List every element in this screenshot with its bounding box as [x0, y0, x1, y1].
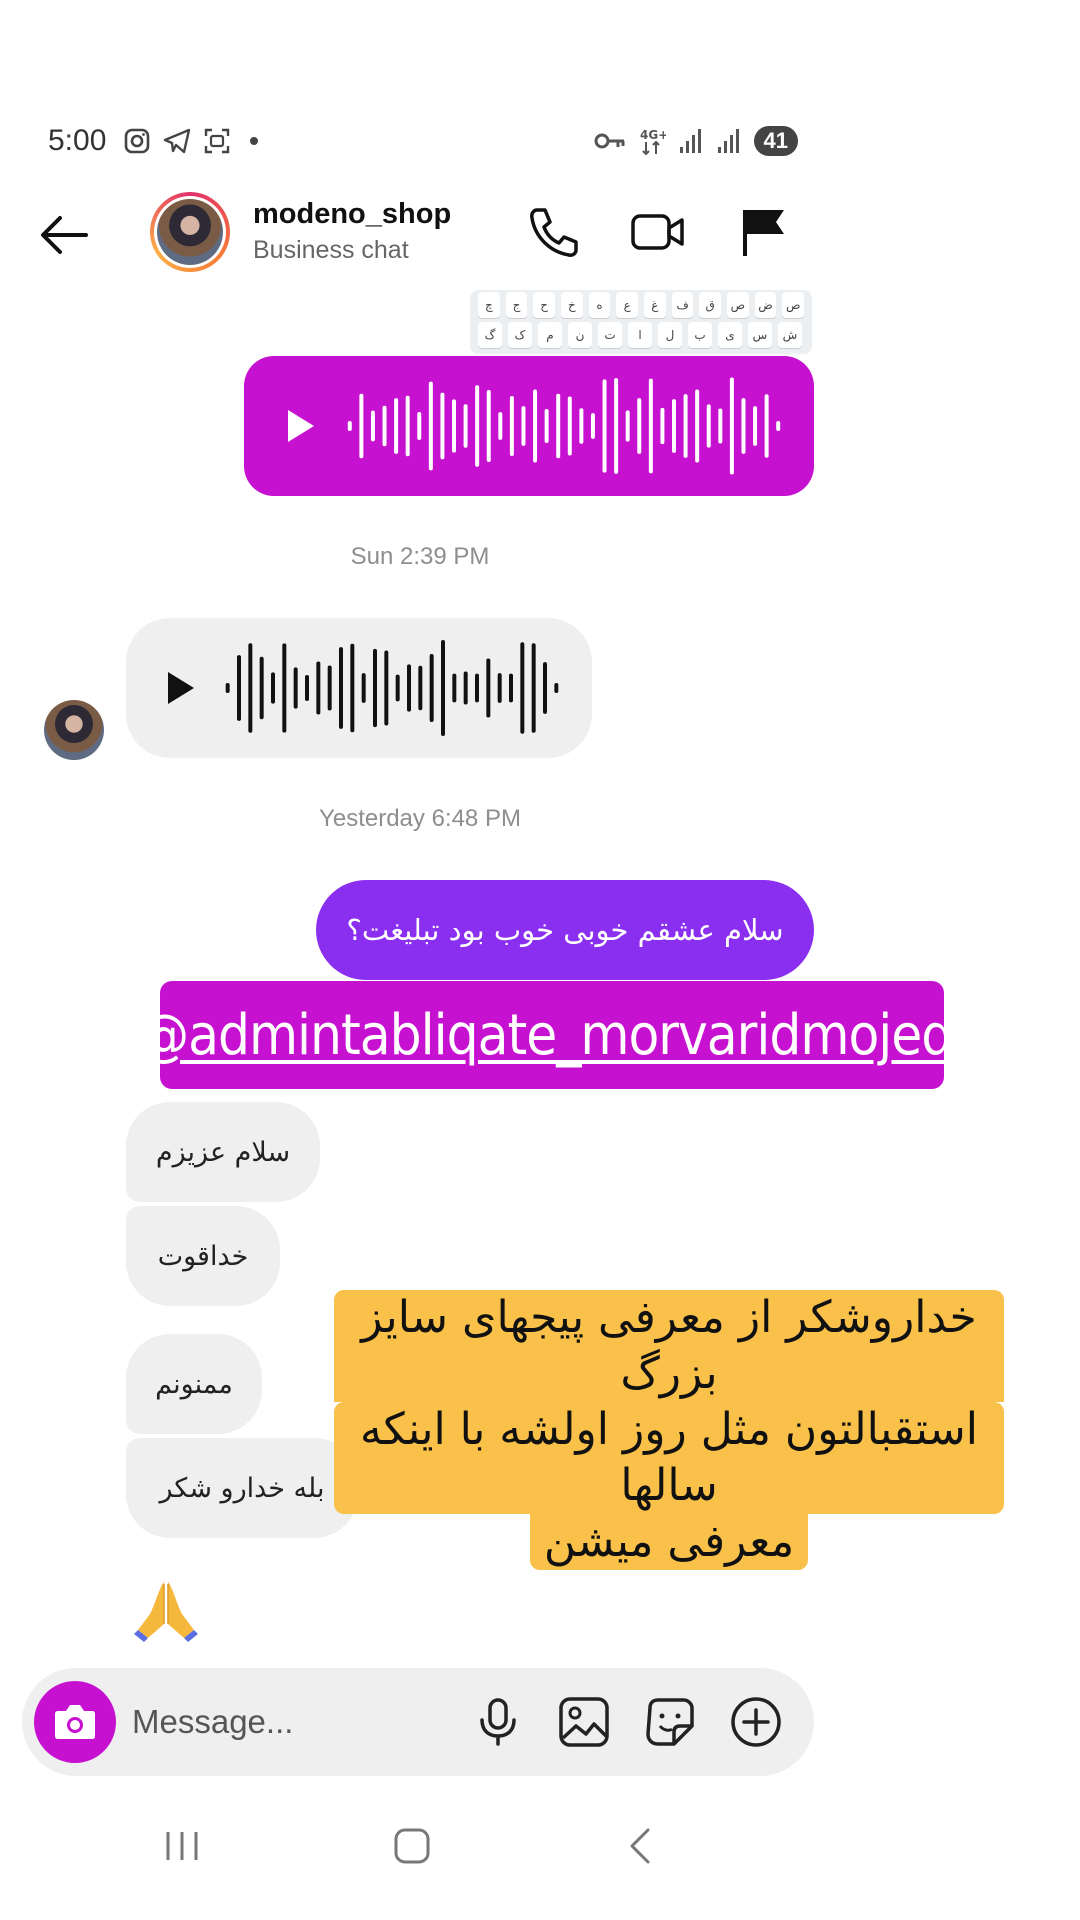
telegram-icon — [163, 128, 191, 154]
microphone-icon[interactable] — [470, 1694, 526, 1750]
keyboard-key: ع — [616, 292, 639, 318]
profile-avatar[interactable] — [150, 192, 230, 272]
keyboard-key: ش — [778, 322, 802, 348]
keyboard-screenshot-fragment[interactable]: چجحخهعغفقصضص گکمنتالبیسش — [470, 290, 812, 354]
message-composer — [22, 1668, 814, 1776]
keyboard-key: ج — [505, 292, 528, 318]
timestamp: Yesterday 6:48 PM — [319, 805, 521, 832]
chat-header: modeno_shop Business chat — [0, 190, 810, 278]
caption-line: خداروشکر از معرفی پیجهای سایز بزرگ — [334, 1290, 1004, 1402]
message-text: بله خدارو شکر — [159, 1472, 325, 1504]
status-right-icons: 4G+ 41 — [594, 126, 798, 156]
keyboard-key: س — [748, 322, 772, 348]
keyboard-key: ق — [699, 292, 722, 318]
signal-icon — [717, 129, 739, 153]
waveform — [225, 639, 559, 737]
notification-dot — [250, 137, 258, 145]
message-bubble-outgoing[interactable]: سلام عشقم خوبی خوب بود تبلیغت؟ — [316, 880, 814, 980]
keyboard-key: ض — [754, 292, 777, 318]
praying-hands-emoji[interactable] — [130, 1572, 202, 1644]
keyboard-key: ت — [598, 322, 622, 348]
video-caption-overlay: خداروشکر از معرفی پیجهای سایز بزرگ استقب… — [334, 1290, 1004, 1570]
keyboard-key: ف — [671, 292, 694, 318]
keyboard-key: خ — [561, 292, 583, 318]
keyboard-key: ا — [628, 322, 652, 348]
chat-subtitle: Business chat — [253, 236, 409, 264]
avatar-image — [157, 199, 223, 265]
camera-button[interactable] — [34, 1681, 116, 1763]
waveform — [347, 377, 781, 475]
mention-message[interactable]: @admintabliqate_morvaridmojedi — [139, 981, 966, 1089]
message-text: ممنونم — [155, 1368, 233, 1400]
chat-username[interactable]: modeno_shop — [253, 198, 451, 231]
nav-back-icon[interactable] — [620, 1824, 664, 1868]
sender-avatar[interactable] — [44, 700, 104, 760]
caption-line: معرفی میشن — [529, 1514, 809, 1570]
signal-icon — [679, 129, 701, 153]
play-icon[interactable] — [162, 668, 198, 708]
message-input[interactable] — [132, 1696, 432, 1748]
caption-line: استقبالتون مثل روز اولشه با اینکه سالها — [334, 1402, 1004, 1514]
message-bubble-incoming[interactable]: ممنونم — [126, 1334, 262, 1434]
battery-badge: 41 — [753, 126, 798, 156]
status-bar: 5:00 4G+ 41 — [48, 122, 798, 166]
play-icon[interactable] — [282, 406, 318, 446]
message-text: سلام عشقم خوبی خوب بود تبلیغت؟ — [346, 913, 784, 947]
keyboard-key: ل — [658, 322, 682, 348]
video-icon[interactable] — [630, 204, 686, 260]
sticker-icon[interactable] — [642, 1694, 698, 1750]
voice-message-outgoing[interactable] — [244, 356, 814, 496]
status-time: 5:00 — [48, 124, 107, 157]
keyboard-key: چ — [478, 292, 500, 318]
keyboard-key: ص — [782, 292, 805, 318]
keyboard-key: ک — [508, 322, 532, 348]
keyboard-key: گ — [478, 322, 502, 348]
keyboard-row: گکمنتالبیسش — [470, 320, 812, 350]
message-bubble-incoming[interactable]: سلام عزیزم — [126, 1102, 320, 1202]
flag-icon[interactable] — [736, 204, 792, 260]
network-4g-icon: 4G+ — [640, 128, 666, 156]
camera-icon — [55, 1705, 95, 1739]
status-left-icons — [122, 126, 258, 156]
keyboard-key: ن — [568, 322, 592, 348]
keyboard-key: ه — [588, 292, 611, 318]
keyboard-key: غ — [644, 292, 666, 318]
timestamp: Sun 2:39 PM — [350, 543, 490, 570]
message-bubble-incoming[interactable]: خداقوت — [126, 1206, 280, 1306]
gallery-icon[interactable] — [556, 1694, 612, 1750]
screenshot-icon — [204, 128, 230, 154]
back-arrow-icon[interactable] — [36, 210, 92, 260]
recent-apps-icon[interactable] — [160, 1824, 204, 1868]
svg-text:4G+: 4G+ — [640, 128, 666, 142]
keyboard-key: ص — [727, 292, 749, 318]
add-icon[interactable] — [728, 1694, 784, 1750]
keyboard-key: ی — [718, 322, 742, 348]
mention-link[interactable]: @admintabliqate_morvaridmojedi — [139, 1003, 967, 1068]
instagram-icon — [124, 128, 150, 154]
message-text: خداقوت — [157, 1240, 249, 1272]
vpn-key-icon — [594, 133, 625, 149]
message-text: سلام عزیزم — [155, 1136, 291, 1168]
keyboard-key: ح — [533, 292, 556, 318]
system-nav-bar — [0, 1816, 840, 1876]
voice-message-incoming[interactable] — [126, 618, 592, 758]
message-bubble-incoming[interactable]: بله خدارو شکر — [126, 1438, 358, 1538]
keyboard-row: چجحخهعغفقصضص — [470, 290, 812, 320]
phone-icon[interactable] — [525, 204, 581, 260]
keyboard-key: م — [538, 322, 562, 348]
keyboard-key: ب — [688, 322, 712, 348]
home-icon[interactable] — [390, 1824, 434, 1868]
